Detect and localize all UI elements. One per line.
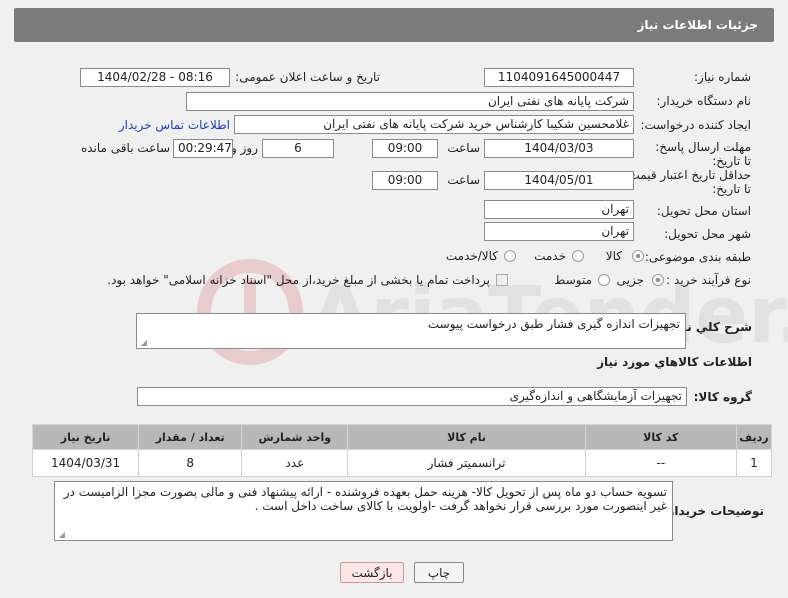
days-field: 6 — [262, 139, 334, 158]
announce-label: تاریخ و ساعت اعلان عمومی: — [235, 70, 380, 84]
cell-quantity: 8 — [138, 449, 243, 477]
announce-field: 1404/02/28 - 08:16 — [80, 68, 230, 87]
col-need-date: تاریخ نیاز — [31, 424, 140, 450]
reply-deadline-label: مهلت ارسال پاسخ: تا تاریخ: — [655, 140, 751, 168]
cell-item-name: ترانسمیتر فشار — [347, 449, 586, 477]
cell-unit: عدد — [241, 449, 349, 477]
city-label: شهر محل تحویل: — [664, 227, 751, 241]
remaining-time-label: ساعت باقی مانده — [80, 141, 170, 155]
province-label: استان محل تحویل: — [656, 204, 751, 218]
cell-item-code: -- — [584, 449, 737, 477]
reply-time-field: 09:00 — [372, 139, 438, 158]
category-both-label: کالا/خدمت — [445, 249, 498, 263]
price-date-field: 1404/05/01 — [484, 171, 634, 190]
summary-textarea[interactable]: تجهیزات اندازه گیری فشار طبق درخواست پیو… — [136, 313, 686, 349]
days-label: روز و — [231, 141, 258, 155]
buyer-notes-textarea[interactable]: تسویه حساب دو ماه پس از تحویل کالا- هزین… — [54, 481, 673, 541]
process-type-label: نوع فرآیند خرید : — [666, 273, 751, 287]
province-field: تهران — [484, 200, 634, 219]
col-row: ردیف — [735, 424, 773, 450]
page-title: جزئیات اطلاعات نیاز — [637, 18, 758, 32]
back-button[interactable]: بازگشت — [340, 562, 404, 583]
col-unit: واحد شمارش — [241, 424, 349, 450]
category-service-radio[interactable] — [572, 250, 584, 262]
items-table: تاریخ نیاز تعداد / مقدار واحد شمارش نام … — [31, 424, 773, 477]
resize-grip-icon[interactable]: ◢ — [57, 531, 65, 539]
process-small-radio[interactable] — [652, 274, 664, 286]
category-both-radio[interactable] — [504, 250, 516, 262]
goods-group-label: گروه کالا: — [693, 390, 752, 404]
col-item-code: کد کالا — [584, 424, 737, 450]
city-field: تهران — [484, 222, 634, 241]
treasury-payment-checkbox[interactable] — [496, 274, 508, 286]
cell-need-date: 1404/03/31 — [31, 449, 140, 477]
process-medium-radio[interactable] — [598, 274, 610, 286]
category-service-label: خدمت — [534, 249, 566, 263]
table-header-row: تاریخ نیاز تعداد / مقدار واحد شمارش نام … — [31, 424, 773, 450]
reply-date-field: 1404/03/03 — [484, 139, 634, 158]
requester-label: ایجاد کننده درخواست: — [640, 118, 751, 132]
buyer-notes-label: توضیحات خریدار: — [662, 504, 764, 518]
category-goods-label: کالا — [605, 249, 622, 263]
contact-info-link[interactable]: اطلاعات تماس خریدار — [119, 118, 230, 132]
category-label: طبقه بندی موضوعی: — [644, 250, 751, 264]
requester-field: غلامحسین شکیبا کارشناس خرید شرکت پایانه … — [234, 115, 634, 134]
process-medium-label: متوسط — [554, 273, 592, 287]
price-time-field: 09:00 — [372, 171, 438, 190]
col-quantity: تعداد / مقدار — [138, 424, 243, 450]
reply-time-label: ساعت — [447, 141, 480, 155]
buyer-org-label: نام دستگاه خریدار: — [656, 94, 752, 108]
treasury-payment-note: پرداخت تمام یا بخشی از مبلغ خرید،از محل … — [107, 273, 490, 287]
print-button[interactable]: چاپ — [414, 562, 464, 583]
goods-section-title: اطلاعات کالاهاي مورد نياز — [597, 355, 752, 369]
process-small-label: جزیی — [616, 273, 644, 287]
price-validity-label: حداقل تاریخ اعتبار قیمت: تا تاریخ: — [624, 168, 751, 196]
resize-grip-icon[interactable]: ◢ — [139, 339, 147, 347]
summary-text: تجهیزات اندازه گیری فشار طبق درخواست پیو… — [427, 317, 680, 331]
category-goods-radio[interactable] — [632, 250, 644, 262]
need-number-label: شماره نیاز: — [694, 70, 751, 84]
watermark-logo: AriaTender.neT — [197, 259, 788, 365]
page-header: جزئیات اطلاعات نیاز — [14, 8, 774, 42]
price-time-label: ساعت — [447, 173, 480, 187]
cell-row: 1 — [735, 449, 773, 477]
buyer-org-field: شرکت پایانه های نفتی ایران — [186, 92, 634, 111]
table-row: 1404/03/31 8 عدد ترانسمیتر فشار -- 1 — [31, 449, 773, 477]
need-number-field: 1104091645000447 — [484, 68, 634, 87]
buyer-notes-text: تسویه حساب دو ماه پس از تحویل کالا- هزین… — [63, 485, 667, 513]
col-item-name: نام کالا — [347, 424, 586, 450]
goods-group-field: تجهیزات آزمایشگاهی و اندازه‌گیری — [137, 387, 687, 406]
remaining-time-field: 00:29:47 — [173, 139, 233, 158]
